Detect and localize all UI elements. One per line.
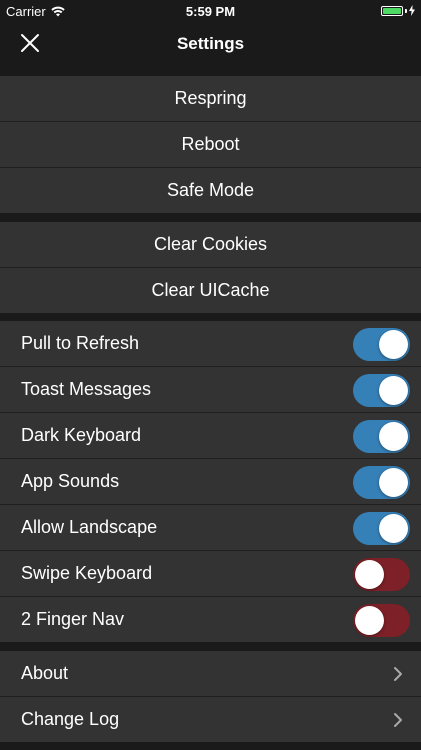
setting-label: Pull to Refresh [21,333,140,353]
toggle-knob [379,422,408,451]
battery-body [381,5,403,16]
toggle-knob [379,330,408,359]
charging-bolt-icon [409,5,415,16]
change-log-link[interactable]: Change Log [0,697,421,742]
pull-to-refresh-toggle[interactable] [353,328,410,361]
setting-row-2-finger-nav: 2 Finger Nav [0,597,421,642]
clock: 5:59 PM [185,4,236,19]
setting-row-swipe-keyboard: Swipe Keyboard [0,551,421,597]
info-links-group: About Change Log [0,651,421,742]
about-link[interactable]: About [0,651,421,697]
two-finger-nav-toggle[interactable] [353,604,410,637]
safe-mode-button[interactable]: Safe Mode [0,168,421,213]
toast-messages-toggle[interactable] [353,374,410,407]
app-sounds-toggle[interactable] [353,466,410,499]
setting-label: App Sounds [21,471,120,491]
toggle-knob [355,560,384,589]
setting-row-app-sounds: App Sounds [0,459,421,505]
setting-label: Toast Messages [21,379,152,399]
page-title: Settings [176,34,245,53]
toggle-knob [355,606,384,635]
toggles-group: Pull to Refresh Toast Messages Dark Keyb… [0,321,421,642]
setting-row-allow-landscape: Allow Landscape [0,505,421,551]
settings-screen: Carrier 5:59 PM Settings Respring Reboot… [0,0,421,750]
status-bar: Carrier 5:59 PM [0,0,421,22]
setting-label: Swipe Keyboard [21,563,153,583]
clear-cookies-button[interactable]: Clear Cookies [0,222,421,268]
system-actions-group: Respring Reboot Safe Mode [0,76,421,213]
respring-button[interactable]: Respring [0,76,421,122]
battery-icon [381,5,415,16]
cache-actions-group: Clear Cookies Clear UICache [0,222,421,313]
dark-keyboard-toggle[interactable] [353,420,410,453]
setting-row-dark-keyboard: Dark Keyboard [0,413,421,459]
swipe-keyboard-toggle[interactable] [353,558,410,591]
chevron-right-icon [394,713,402,727]
toggle-knob [379,468,408,497]
toggle-knob [379,376,408,405]
setting-row-pull-to-refresh: Pull to Refresh [0,321,421,367]
reboot-button[interactable]: Reboot [0,122,421,168]
nav-bar: Settings [0,22,421,66]
allow-landscape-toggle[interactable] [353,512,410,545]
link-label: About [21,663,69,683]
chevron-right-icon [394,667,402,681]
setting-label: 2 Finger Nav [21,609,125,629]
link-label: Change Log [21,709,120,729]
setting-row-toast-messages: Toast Messages [0,367,421,413]
clear-uicache-button[interactable]: Clear UICache [0,268,421,313]
battery-cap [405,8,407,13]
setting-label: Allow Landscape [21,517,158,537]
toggle-knob [379,514,408,543]
battery-level-fill [383,7,401,14]
setting-label: Dark Keyboard [21,425,142,445]
